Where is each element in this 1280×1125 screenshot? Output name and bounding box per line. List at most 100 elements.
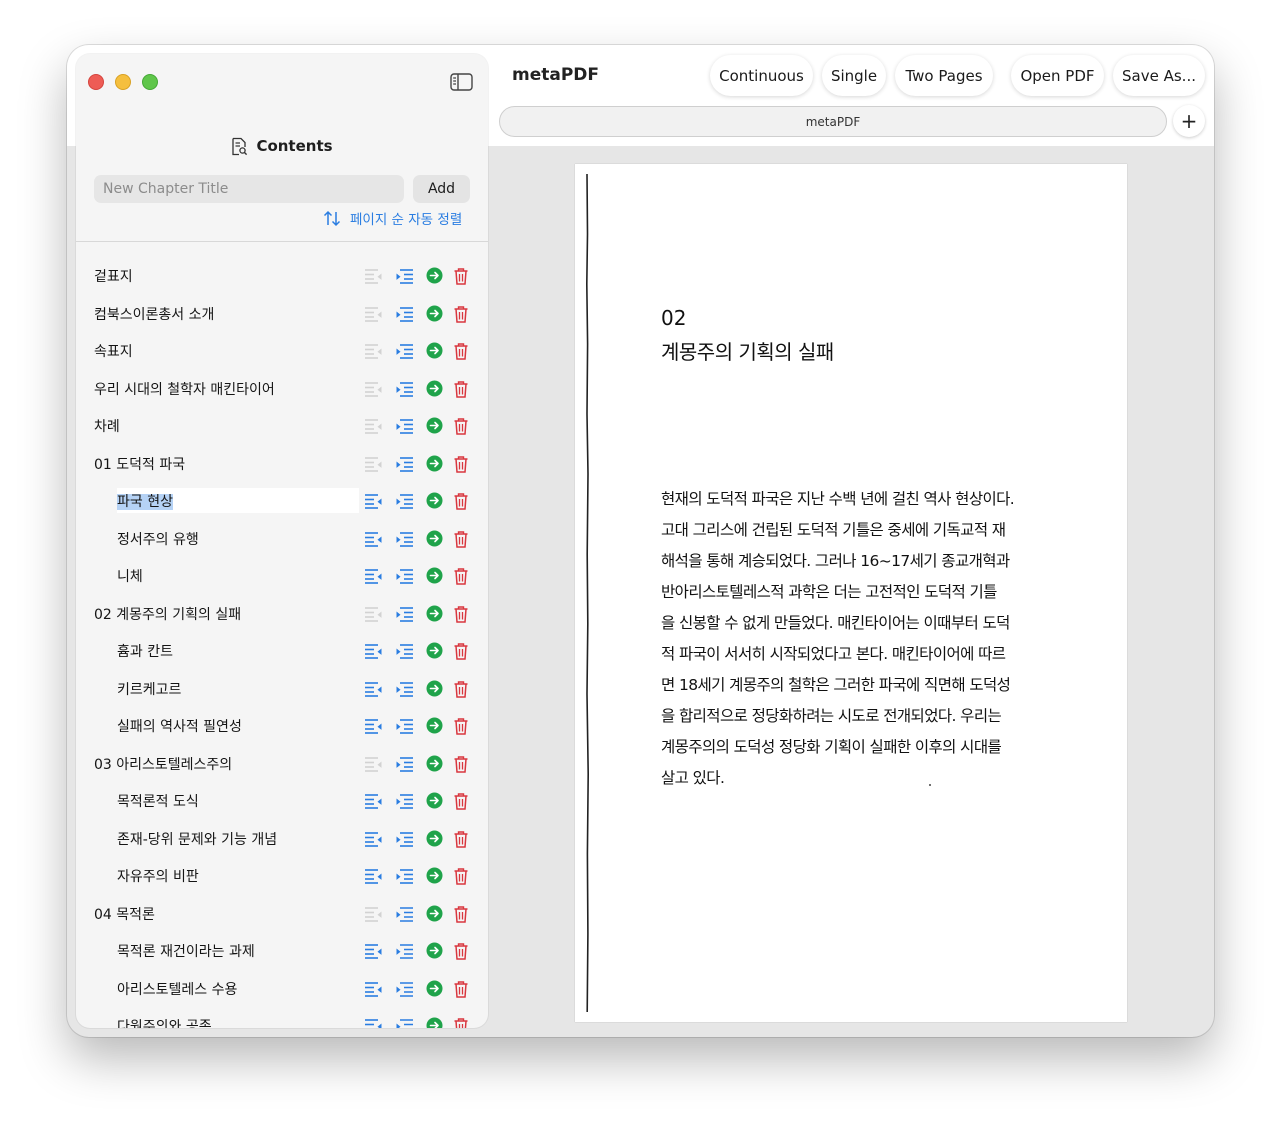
toc-item-label[interactable]: 우리 시대의 철학자 매킨타이어 [94, 379, 275, 399]
toc-item-label[interactable]: 키르케고르 [117, 679, 181, 699]
toc-row[interactable]: 속표지 [76, 333, 488, 370]
document-tab[interactable]: metaPDF [499, 106, 1167, 137]
open-pdf-button[interactable]: Open PDF [1011, 55, 1104, 96]
indent-icon[interactable] [395, 792, 414, 810]
trash-icon[interactable] [453, 530, 469, 548]
indent-icon[interactable] [395, 830, 414, 848]
outdent-icon[interactable] [364, 455, 383, 473]
toc-item-label[interactable]: 자유주의 비판 [117, 866, 199, 886]
trash-icon[interactable] [453, 342, 469, 360]
arrow-circle-right-icon[interactable] [426, 867, 443, 884]
toc-item-label[interactable]: 흄과 칸트 [117, 641, 173, 661]
auto-sort-by-page-button[interactable]: 페이지 순 자동 정렬 [322, 208, 462, 228]
arrow-circle-right-icon[interactable] [426, 905, 443, 922]
toc-row[interactable]: 겉표지 [76, 258, 488, 295]
outdent-icon[interactable] [364, 605, 383, 623]
trash-icon[interactable] [453, 567, 469, 585]
toc-row[interactable]: 01 도덕적 파국 [76, 446, 488, 483]
arrow-circle-right-icon[interactable] [426, 567, 443, 584]
toc-row[interactable]: 정서주의 유행 [76, 521, 488, 558]
toc-row[interactable]: 02 계몽주의 기획의 실패 [76, 596, 488, 633]
toc-row[interactable]: 키르케고르 [76, 671, 488, 708]
trash-icon[interactable] [453, 792, 469, 810]
outdent-icon[interactable] [364, 980, 383, 998]
trash-icon[interactable] [453, 455, 469, 473]
toc-item-label[interactable]: 파국 현상 [117, 488, 359, 513]
arrow-circle-right-icon[interactable] [426, 942, 443, 959]
arrow-circle-right-icon[interactable] [426, 530, 443, 547]
outdent-icon[interactable] [364, 642, 383, 660]
toc-item-label[interactable]: 겉표지 [94, 266, 133, 286]
toc-row[interactable]: 03 아리스토텔레스주의 [76, 746, 488, 783]
toc-item-label[interactable]: 02 계몽주의 기획의 실패 [94, 604, 241, 624]
arrow-circle-right-icon[interactable] [426, 792, 443, 809]
trash-icon[interactable] [453, 905, 469, 923]
indent-icon[interactable] [395, 342, 414, 360]
toc-row[interactable]: 목적론적 도식 [76, 783, 488, 820]
outdent-icon[interactable] [364, 717, 383, 735]
toc-item-label[interactable]: 01 도덕적 파국 [94, 454, 185, 474]
outdent-icon[interactable] [364, 755, 383, 773]
indent-icon[interactable] [395, 680, 414, 698]
trash-icon[interactable] [453, 305, 469, 323]
toc-row[interactable]: 자유주의 비판 [76, 858, 488, 895]
toc-item-label[interactable]: 속표지 [94, 341, 133, 361]
arrow-circle-right-icon[interactable] [426, 642, 443, 659]
indent-icon[interactable] [395, 755, 414, 773]
toc-item-label[interactable]: 아리스토텔레스 수용 [117, 979, 237, 999]
arrow-circle-right-icon[interactable] [426, 342, 443, 359]
indent-icon[interactable] [395, 267, 414, 285]
indent-icon[interactable] [395, 567, 414, 585]
toc-item-label[interactable]: 컴북스이론총서 소개 [94, 304, 214, 324]
toc-row[interactable]: 아리스토텔레스 수용 [76, 971, 488, 1008]
save-as-button[interactable]: Save As... [1113, 55, 1205, 96]
toc-item-label[interactable]: 다원주의와 공존 [117, 1016, 212, 1028]
outdent-icon[interactable] [364, 267, 383, 285]
trash-icon[interactable] [453, 267, 469, 285]
trash-icon[interactable] [453, 830, 469, 848]
trash-icon[interactable] [453, 1017, 469, 1028]
outdent-icon[interactable] [364, 417, 383, 435]
toc-item-label[interactable]: 니체 [117, 566, 143, 586]
indent-icon[interactable] [395, 530, 414, 548]
indent-icon[interactable] [395, 642, 414, 660]
arrow-circle-right-icon[interactable] [426, 417, 443, 434]
trash-icon[interactable] [453, 492, 469, 510]
toc-row[interactable]: 존재-당위 문제와 기능 개념 [76, 821, 488, 858]
trash-icon[interactable] [453, 980, 469, 998]
trash-icon[interactable] [453, 417, 469, 435]
arrow-circle-right-icon[interactable] [426, 680, 443, 697]
arrow-circle-right-icon[interactable] [426, 605, 443, 622]
toc-row[interactable]: 다원주의와 공존 [76, 1008, 488, 1028]
trash-icon[interactable] [453, 642, 469, 660]
outdent-icon[interactable] [364, 680, 383, 698]
single-view-button[interactable]: Single [822, 55, 886, 96]
outdent-icon[interactable] [364, 792, 383, 810]
trash-icon[interactable] [453, 380, 469, 398]
minimize-window-button[interactable] [115, 74, 131, 90]
outdent-icon[interactable] [364, 830, 383, 848]
indent-icon[interactable] [395, 305, 414, 323]
indent-icon[interactable] [395, 492, 414, 510]
toc-item-label[interactable]: 정서주의 유행 [117, 529, 199, 549]
sidebar-toggle-icon[interactable] [450, 73, 473, 91]
zoom-window-button[interactable] [142, 74, 158, 90]
outdent-icon[interactable] [364, 867, 383, 885]
toc-item-label[interactable]: 차례 [94, 416, 120, 436]
toc-item-label[interactable]: 목적론 재건이라는 과제 [117, 941, 255, 961]
arrow-circle-right-icon[interactable] [426, 455, 443, 472]
toc-row[interactable]: 목적론 재건이라는 과제 [76, 933, 488, 970]
trash-icon[interactable] [453, 867, 469, 885]
trash-icon[interactable] [453, 755, 469, 773]
outdent-icon[interactable] [364, 567, 383, 585]
arrow-circle-right-icon[interactable] [426, 980, 443, 997]
toc-item-label[interactable]: 목적론적 도식 [117, 791, 199, 811]
outdent-icon[interactable] [364, 1017, 383, 1028]
indent-icon[interactable] [395, 717, 414, 735]
toc-item-label[interactable]: 04 목적론 [94, 904, 155, 924]
two-pages-view-button[interactable]: Two Pages [895, 55, 993, 96]
outdent-icon[interactable] [364, 380, 383, 398]
indent-icon[interactable] [395, 380, 414, 398]
toc-row[interactable]: 차례 [76, 408, 488, 445]
toc-row[interactable]: 실패의 역사적 필연성 [76, 708, 488, 745]
